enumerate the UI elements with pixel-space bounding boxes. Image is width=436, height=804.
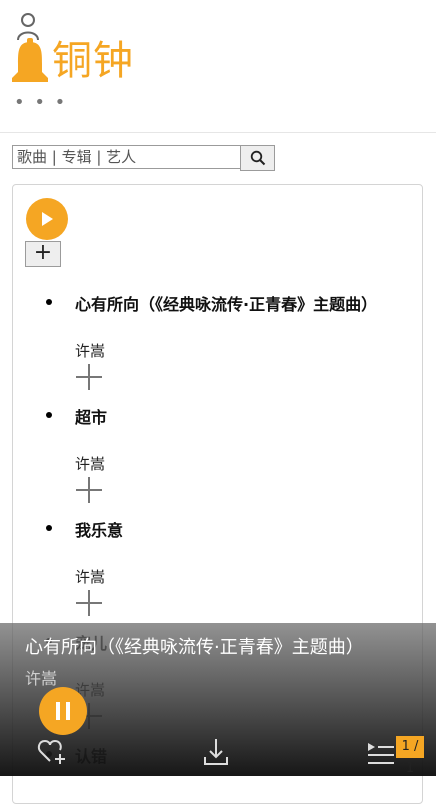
add-icon[interactable] <box>76 477 102 503</box>
now-playing-bar: 心有所向（《经典咏流传·正青春》主题曲） 许嵩 1 / 1 <box>0 623 436 776</box>
download-icon[interactable] <box>202 737 230 767</box>
pause-button[interactable] <box>39 687 87 735</box>
song-artist[interactable]: 许嵩 <box>75 340 105 361</box>
like-add-icon[interactable] <box>37 737 67 765</box>
add-icon[interactable] <box>76 590 102 616</box>
play-icon <box>42 212 53 226</box>
search-icon <box>250 150 265 166</box>
song-title[interactable]: 心有所向（《经典咏流传·正青春》主题曲） <box>75 291 377 315</box>
song-title[interactable]: 我乐意 <box>75 517 123 541</box>
now-playing-title[interactable]: 心有所向（《经典咏流传·正青春》主题曲） <box>25 633 364 659</box>
list-bullet <box>46 412 52 418</box>
pause-icon <box>56 702 60 720</box>
header-divider <box>0 132 436 133</box>
bell-logo-icon <box>12 38 48 82</box>
app-title: 铜钟 <box>52 38 134 84</box>
playlist-icon[interactable] <box>366 741 396 765</box>
queue-counter: 1 / 1 <box>396 736 424 776</box>
list-bullet <box>46 525 52 531</box>
play-all-button[interactable] <box>26 198 68 240</box>
add-all-button[interactable]: + <box>25 241 61 267</box>
search-button[interactable] <box>240 145 275 171</box>
song-title[interactable]: 超市 <box>75 404 107 428</box>
list-bullet <box>46 299 52 305</box>
song-artist[interactable]: 许嵩 <box>75 453 105 474</box>
app-logo[interactable]: 铜钟 <box>10 38 134 84</box>
now-playing-artist[interactable]: 许嵩 <box>25 665 57 689</box>
header: 铜钟 • • • <box>0 0 436 132</box>
add-icon[interactable] <box>76 364 102 390</box>
search-input[interactable] <box>12 145 240 169</box>
song-artist[interactable]: 许嵩 <box>75 566 105 587</box>
more-icon[interactable]: • • • <box>14 92 67 113</box>
pause-icon-bar <box>66 702 70 720</box>
search-bar <box>12 145 275 171</box>
